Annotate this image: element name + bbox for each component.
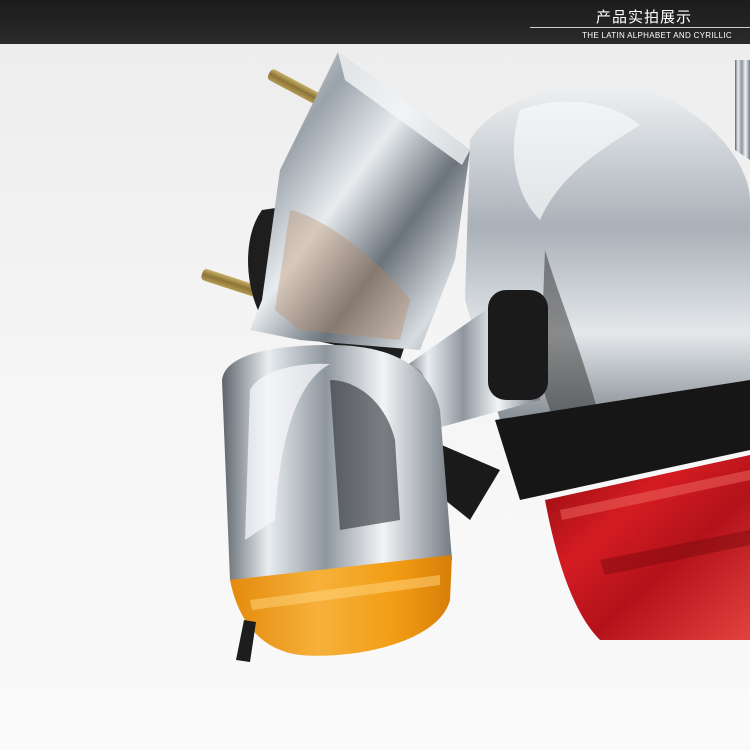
header-title: 产品实拍展示 bbox=[595, 8, 692, 26]
header-divider bbox=[530, 27, 750, 28]
turn-signal-housing bbox=[222, 345, 452, 580]
header-bar: 产品实拍展示 THE LATIN ALPHABET AND CYRILLIC bbox=[0, 0, 750, 44]
product-photo bbox=[0, 44, 750, 750]
header-subtitle: THE LATIN ALPHABET AND CYRILLIC bbox=[582, 31, 732, 40]
